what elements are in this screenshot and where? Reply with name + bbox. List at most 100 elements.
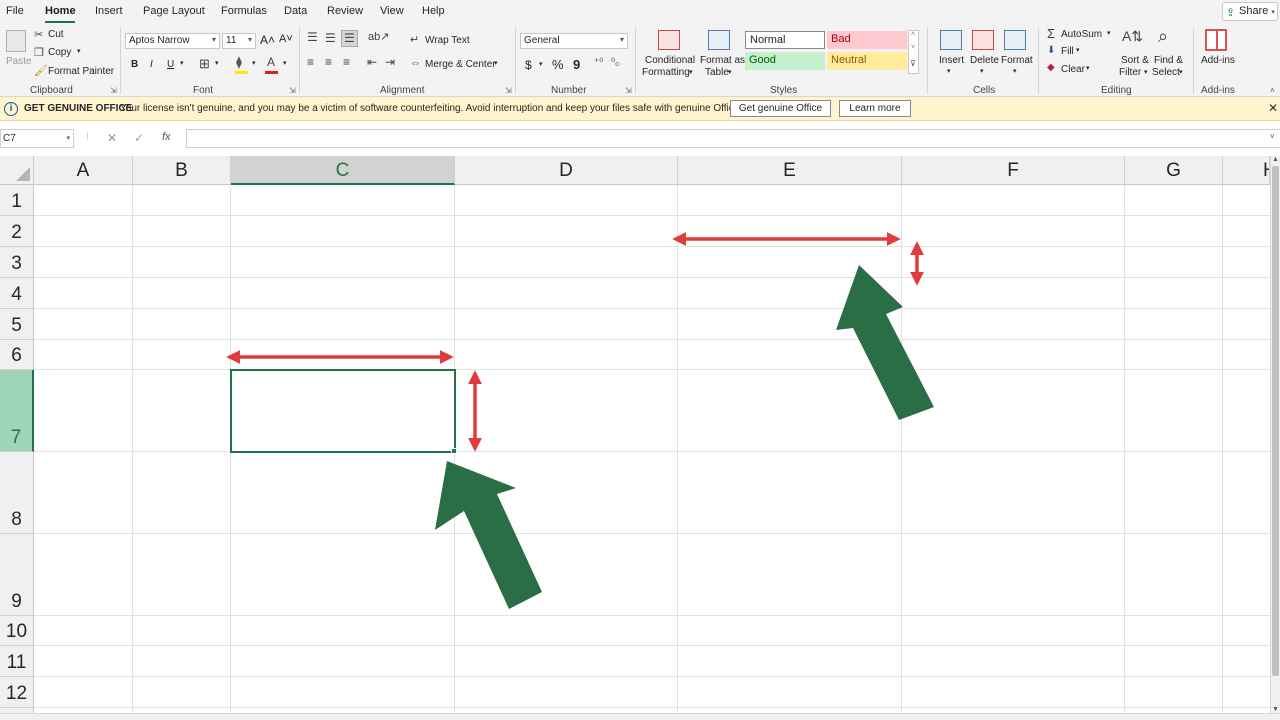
- comma-style-button[interactable]: 9: [573, 57, 580, 72]
- tab-formulas[interactable]: Formulas: [221, 5, 267, 17]
- align-right-icon[interactable]: ≡: [343, 55, 350, 69]
- style-normal[interactable]: Normal: [745, 31, 825, 49]
- column-header-e[interactable]: E: [678, 156, 902, 185]
- align-center-icon[interactable]: ≡: [325, 55, 332, 69]
- fill-color-chevron-down-icon[interactable]: ▾: [252, 59, 256, 67]
- font-launcher-icon[interactable]: ⇲: [289, 86, 296, 95]
- decrease-decimal-icon[interactable]: ⁰₀: [611, 57, 619, 68]
- decrease-indent-icon[interactable]: ⇤: [367, 55, 377, 69]
- align-middle-icon[interactable]: ☰: [325, 31, 336, 45]
- active-cell-c7[interactable]: [230, 369, 456, 453]
- fill-color-icon[interactable]: ⧫: [236, 55, 242, 69]
- share-button[interactable]: ⇪ Share ▾: [1222, 2, 1278, 21]
- enter-check-icon[interactable]: ✓: [134, 131, 144, 145]
- borders-icon[interactable]: ⊞: [199, 56, 210, 72]
- orientation-icon[interactable]: ab↗: [368, 30, 389, 43]
- align-bottom-selected[interactable]: ☰: [341, 30, 358, 47]
- copy-chevron-down-icon[interactable]: ▾: [77, 47, 81, 55]
- delete-cells-button[interactable]: Delete: [970, 55, 999, 66]
- format-cells-button[interactable]: Format: [1001, 55, 1033, 66]
- borders-chevron-down-icon[interactable]: ▾: [215, 59, 219, 67]
- learn-more-button[interactable]: Learn more: [839, 100, 911, 117]
- spreadsheet-grid[interactable]: A B C D E F G H 1 2 3 4 5 6 7 8 9 10 11 …: [0, 156, 1280, 720]
- currency-chevron-down-icon[interactable]: ▾: [539, 60, 543, 68]
- copy-button[interactable]: Copy: [48, 47, 71, 58]
- sort-filter-line2[interactable]: Filter: [1119, 67, 1141, 78]
- format-table-chevron-down-icon[interactable]: ▾: [728, 68, 732, 76]
- fill-chevron-down-icon[interactable]: ▾: [1076, 46, 1080, 54]
- align-left-icon[interactable]: ≡: [307, 55, 314, 69]
- row-header-10[interactable]: 10: [0, 616, 34, 646]
- style-bad[interactable]: Bad: [827, 31, 907, 49]
- font-name-dropdown[interactable]: Aptos Narrow ▾: [125, 33, 220, 49]
- conditional-formatting-line1[interactable]: Conditional: [645, 55, 695, 66]
- column-header-h[interactable]: H: [1223, 156, 1270, 185]
- addins-button[interactable]: Add-ins: [1201, 55, 1235, 66]
- align-top-icon[interactable]: ☰: [307, 30, 318, 44]
- autosum-chevron-down-icon[interactable]: ▾: [1107, 29, 1111, 37]
- find-select-line1[interactable]: Find &: [1154, 55, 1183, 66]
- increase-font-size-icon[interactable]: A˄: [260, 33, 275, 47]
- row-header-11[interactable]: 11: [0, 646, 34, 677]
- style-neutral[interactable]: Neutral: [827, 52, 907, 70]
- row-header-4[interactable]: 4: [0, 278, 34, 309]
- formula-input[interactable]: [186, 129, 1280, 148]
- get-genuine-office-button[interactable]: Get genuine Office: [730, 100, 831, 117]
- paste-icon[interactable]: [6, 30, 26, 52]
- number-launcher-icon[interactable]: ⇲: [625, 86, 632, 95]
- clipboard-launcher-icon[interactable]: ⇲: [110, 86, 117, 95]
- format-chevron-down-icon[interactable]: ▾: [1013, 67, 1017, 75]
- tab-file[interactable]: File: [6, 5, 24, 17]
- vertical-scrollbar[interactable]: ▲ ▼: [1270, 156, 1280, 720]
- alignment-launcher-icon[interactable]: ⇲: [505, 86, 512, 95]
- scrollbar-thumb[interactable]: [1272, 166, 1279, 676]
- expand-formula-bar-icon[interactable]: ˅: [1270, 132, 1275, 141]
- row-header-5[interactable]: 5: [0, 309, 34, 340]
- collapse-ribbon-icon[interactable]: ˄: [1270, 86, 1275, 95]
- close-icon[interactable]: ✕: [1268, 101, 1278, 115]
- row-header-8[interactable]: 8: [0, 452, 34, 534]
- row-header-9[interactable]: 9: [0, 534, 34, 616]
- tab-view[interactable]: View: [380, 5, 404, 17]
- conditional-chevron-down-icon[interactable]: ▾: [689, 68, 693, 76]
- column-header-a[interactable]: A: [34, 156, 133, 185]
- column-header-g[interactable]: G: [1125, 156, 1223, 185]
- column-header-f[interactable]: F: [902, 156, 1125, 185]
- fill-button[interactable]: Fill: [1061, 46, 1074, 57]
- row-header-3[interactable]: 3: [0, 247, 34, 278]
- autosum-button[interactable]: AutoSum: [1061, 29, 1102, 40]
- find-chevron-down-icon[interactable]: ▾: [1179, 68, 1183, 76]
- select-all-button[interactable]: [0, 156, 34, 185]
- row-header-12[interactable]: 12: [0, 677, 34, 708]
- column-header-b[interactable]: B: [133, 156, 231, 185]
- column-header-d[interactable]: D: [455, 156, 678, 185]
- styles-gallery-scroll[interactable]: ˄ ˅ ⊽: [908, 30, 919, 74]
- insert-chevron-down-icon[interactable]: ▾: [947, 67, 951, 75]
- tab-home[interactable]: Home: [45, 5, 76, 17]
- merge-chevron-down-icon[interactable]: ▾: [494, 59, 498, 67]
- tab-page-layout[interactable]: Page Layout: [143, 5, 205, 17]
- insert-function-button[interactable]: fx: [162, 131, 171, 143]
- format-as-table-line1[interactable]: Format as: [700, 55, 745, 66]
- delete-chevron-down-icon[interactable]: ▾: [980, 67, 984, 75]
- fill-handle[interactable]: [451, 448, 457, 454]
- name-box[interactable]: C7 ▾: [0, 129, 74, 148]
- row-header-1[interactable]: 1: [0, 185, 34, 216]
- insert-cells-button[interactable]: Insert: [939, 55, 964, 66]
- tab-help[interactable]: Help: [422, 5, 445, 17]
- clear-chevron-down-icon[interactable]: ▾: [1086, 64, 1090, 72]
- paste-button[interactable]: Paste: [6, 56, 32, 67]
- row-header-7[interactable]: 7: [0, 370, 34, 452]
- tab-data[interactable]: Data: [284, 5, 307, 17]
- scroll-up-icon[interactable]: ▲: [1272, 156, 1279, 163]
- increase-decimal-icon[interactable]: ⁺⁰: [594, 57, 603, 68]
- conditional-formatting-line2[interactable]: Formatting: [642, 67, 690, 78]
- cut-button[interactable]: Cut: [48, 29, 64, 40]
- bold-button[interactable]: B: [131, 59, 138, 70]
- format-painter-button[interactable]: Format Painter: [48, 66, 114, 77]
- merge-center-button[interactable]: Merge & Center: [425, 59, 496, 70]
- column-header-c[interactable]: C: [231, 156, 455, 185]
- sort-chevron-down-icon[interactable]: ▾: [1144, 68, 1148, 76]
- cancel-icon[interactable]: ✕: [107, 131, 117, 145]
- tab-review[interactable]: Review: [327, 5, 363, 17]
